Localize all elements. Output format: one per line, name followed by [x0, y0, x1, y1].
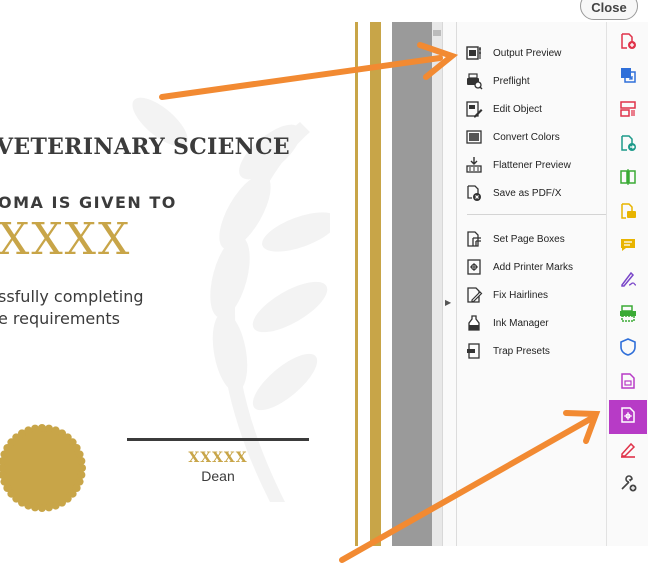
- tool-label: Save as PDF/X: [493, 187, 562, 199]
- tool-preflight[interactable]: Preflight: [465, 70, 530, 92]
- rail-tool-protect[interactable]: [609, 332, 647, 366]
- tool-convert-colors[interactable]: Convert Colors: [465, 126, 560, 148]
- tool-label: Edit Object: [493, 103, 542, 115]
- organize-pages-icon: [619, 100, 637, 123]
- tool-label: Fix Hairlines: [493, 289, 549, 301]
- tool-label: Trap Presets: [493, 345, 550, 357]
- create-pdf-icon: [619, 32, 637, 55]
- seal-scallop: [31, 503, 40, 512]
- flattener-preview-icon: [465, 156, 483, 174]
- rail-tool-organize-pages[interactable]: [609, 94, 647, 128]
- tool-output-preview[interactable]: Output Preview: [465, 42, 561, 64]
- certificate-given-to: OMA IS GIVEN TO: [0, 193, 177, 212]
- gold-seal: [0, 424, 86, 512]
- seal-scallop: [51, 501, 60, 510]
- rail-tool-fill-sign[interactable]: [609, 264, 647, 298]
- vertical-scrollbar[interactable]: [432, 22, 442, 546]
- certificate-body-line1: ssfully completing: [0, 287, 144, 306]
- tool-save-as-pdfx[interactable]: Save as PDF/X: [465, 182, 561, 204]
- redact-icon: [619, 440, 637, 463]
- set-page-boxes-icon: [465, 230, 483, 248]
- seal-scallop: [44, 424, 53, 433]
- rail-tool-scan-ocr[interactable]: [609, 298, 647, 332]
- send-for-review-icon: [619, 134, 637, 157]
- tools-list: Output Preview Preflight Edit Object Con…: [456, 22, 608, 546]
- certificate-recipient: XXXX: [0, 214, 132, 265]
- tool-add-printer-marks[interactable]: Add Printer Marks: [465, 256, 573, 278]
- rail-tool-accessibility[interactable]: [609, 366, 647, 400]
- page-gutter: [392, 22, 432, 546]
- tools-divider: [467, 214, 607, 215]
- protect-icon: [619, 337, 637, 361]
- rail-tool-more-tools[interactable]: [609, 468, 647, 502]
- seal-scallop: [24, 426, 33, 435]
- document-page: VETERINARY SCIENCE OMA IS GIVEN TO XXXX …: [0, 22, 392, 546]
- tool-label: Set Page Boxes: [493, 233, 565, 245]
- tool-label: Ink Manager: [493, 317, 549, 329]
- trap-presets-icon: [465, 342, 483, 360]
- comment-icon: [619, 236, 637, 259]
- fill-sign-icon: [619, 270, 637, 293]
- signature-line: [127, 438, 309, 441]
- export-pdf-icon: [619, 66, 637, 89]
- seal-scallop: [77, 470, 86, 479]
- print-production-icon: [619, 406, 637, 429]
- compare-files-icon: [619, 168, 637, 191]
- share-icon: [619, 202, 637, 225]
- ink-manager-icon: [465, 314, 483, 332]
- tool-set-page-boxes[interactable]: Set Page Boxes: [465, 228, 565, 250]
- edit-object-icon: [465, 100, 483, 118]
- scrollbar-thumb[interactable]: [433, 30, 441, 36]
- gold-border-thin: [355, 22, 358, 546]
- tool-label: Preflight: [493, 75, 530, 87]
- seal-scallop: [38, 424, 46, 432]
- preflight-icon: [465, 72, 483, 90]
- tool-label: Flattener Preview: [493, 159, 571, 171]
- more-tools-icon: [619, 474, 637, 497]
- seal-scallop: [75, 450, 84, 459]
- fix-hairlines-icon: [465, 286, 483, 304]
- top-bar: Close: [0, 0, 648, 22]
- bottom-bar: [0, 546, 648, 566]
- tool-flattener-preview[interactable]: Flattener Preview: [465, 154, 571, 176]
- seal-scallop: [44, 503, 53, 512]
- gold-border-thick: [370, 22, 381, 546]
- tool-ink-manager[interactable]: Ink Manager: [465, 312, 549, 334]
- scan-ocr-icon: [619, 304, 637, 327]
- certificate-body-line2: e requirements: [0, 309, 120, 328]
- rail-tool-redact[interactable]: [609, 434, 647, 468]
- convert-colors-icon: [465, 128, 483, 146]
- save-as-pdfx-icon: [465, 184, 483, 202]
- rail-tool-compare-files[interactable]: [609, 162, 647, 196]
- seal-scallop: [0, 477, 9, 486]
- add-printer-marks-icon: [465, 258, 483, 276]
- tool-label: Output Preview: [493, 47, 562, 59]
- rail-tool-comment[interactable]: [609, 230, 647, 264]
- print-production-panel: ▶ Output Preview Preflight Edit Object C…: [442, 22, 607, 546]
- collapse-panel-arrow-icon[interactable]: ▶: [445, 298, 451, 307]
- output-preview-icon: [465, 44, 483, 62]
- rail-tool-send-for-review[interactable]: [609, 128, 647, 162]
- tool-label: Add Printer Marks: [493, 261, 574, 273]
- tool-fix-hairlines[interactable]: Fix Hairlines: [465, 284, 548, 306]
- certificate-body: ssfully completing e requirements: [0, 286, 144, 330]
- seal-scallop: [38, 504, 46, 512]
- signer-name: XXXXX: [188, 450, 248, 466]
- tool-label: Convert Colors: [493, 131, 560, 143]
- signer-role: Dean: [201, 468, 235, 484]
- tool-edit-object[interactable]: Edit Object: [465, 98, 542, 120]
- seal-scallop: [77, 457, 86, 466]
- tools-rail: [606, 22, 648, 546]
- seal-scallop: [31, 424, 40, 433]
- accessibility-icon: [619, 372, 637, 395]
- rail-tool-export-pdf[interactable]: [609, 60, 647, 94]
- rail-tool-create-pdf[interactable]: [609, 26, 647, 60]
- certificate-title: VETERINARY SCIENCE: [0, 134, 290, 160]
- rail-tool-share[interactable]: [609, 196, 647, 230]
- tool-trap-presets[interactable]: Trap Presets: [465, 340, 550, 362]
- seal-scallop: [78, 464, 86, 472]
- close-button[interactable]: Close: [580, 0, 638, 20]
- rail-tool-print-production[interactable]: [609, 400, 647, 434]
